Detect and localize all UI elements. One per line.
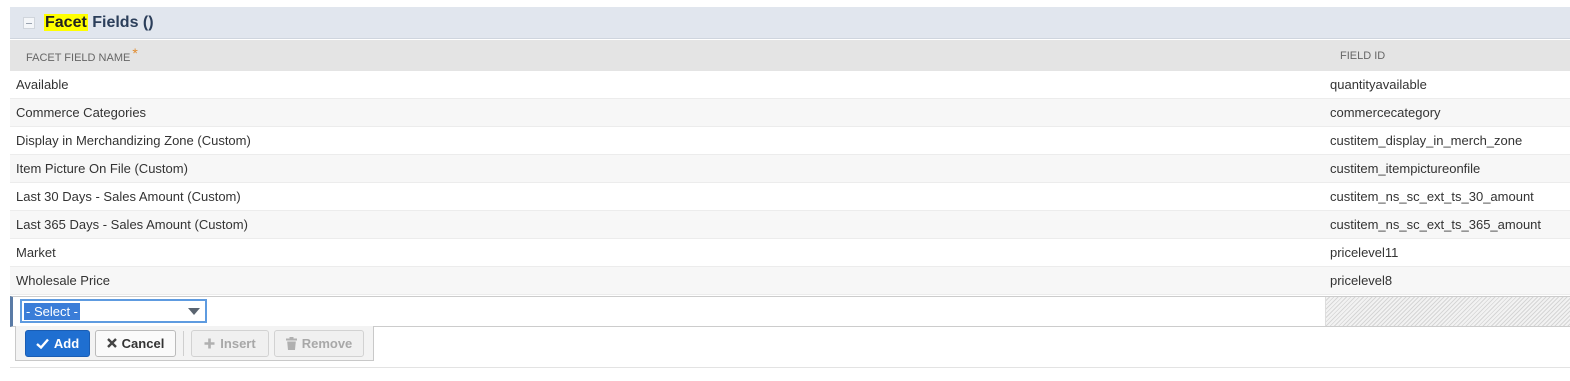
column-header-name: FACET FIELD NAME *: [10, 44, 1325, 64]
facet-field-name-cell: Last 30 Days - Sales Amount (Custom): [16, 189, 241, 204]
facet-field-name-cell: Commerce Categories: [16, 105, 147, 120]
field-id-cell: pricelevel8: [1330, 273, 1393, 288]
table-header: FACET FIELD NAME * FIELD ID: [10, 40, 1570, 71]
facet-field-name-cell: Last 365 Days - Sales Amount (Custom): [16, 217, 248, 232]
insert-button[interactable]: Insert: [191, 329, 269, 357]
facet-field-name-cell: Market: [16, 245, 56, 260]
field-id-cell: custitem_ns_sc_ext_ts_365_amount: [1330, 217, 1542, 232]
facet-field-select[interactable]: - Select -: [20, 299, 207, 323]
trash-icon: [285, 336, 297, 350]
field-id-cell: custitem_itempictureonfile: [1330, 161, 1481, 176]
table-row[interactable]: Available quantityavailable: [10, 71, 1570, 99]
add-button[interactable]: Add: [25, 329, 90, 357]
chevron-down-icon[interactable]: [188, 308, 200, 315]
plus-icon: [204, 338, 215, 349]
facet-field-name-cell: Available: [16, 77, 69, 92]
toolbar-divider: [183, 330, 184, 356]
row-action-toolbar: Add Cancel Insert Remove: [15, 326, 374, 361]
table-row[interactable]: Market pricelevel11: [10, 239, 1570, 267]
edit-row: - Select -: [10, 296, 1570, 327]
table-row[interactable]: Item Picture On File (Custom) custitem_it…: [10, 155, 1570, 183]
table-row[interactable]: Last 365 Days - Sales Amount (Custom) cus…: [10, 211, 1570, 239]
column-header-name-label: FACET FIELD NAME: [26, 51, 131, 64]
title-rest: Fields (): [87, 13, 154, 31]
section-title: Facet Fields (): [44, 13, 154, 32]
field-id-cell: custitem_display_in_merch_zone: [1330, 133, 1523, 148]
remove-button-label: Remove: [301, 335, 353, 351]
select-value: - Select -: [24, 302, 81, 320]
edit-cell-name: - Select -: [13, 297, 1326, 326]
table-body: Available quantityavailable Commerce Categ…: [10, 71, 1570, 295]
cancel-button-label: Cancel: [121, 335, 165, 351]
section-header[interactable]: Facet Fields (): [10, 7, 1570, 39]
section-divider: [10, 367, 1570, 368]
facet-fields-panel: Facet Fields () FACET FIELD NAME * FIELD …: [0, 0, 1570, 381]
field-id-cell: pricelevel11: [1330, 245, 1399, 260]
insert-button-label: Insert: [220, 335, 256, 351]
facet-fields-table: FACET FIELD NAME * FIELD ID Available quan…: [10, 40, 1570, 295]
facet-field-name-cell: Item Picture On File (Custom): [16, 161, 188, 176]
table-row[interactable]: Wholesale Price pricelevel8: [10, 267, 1570, 295]
table-row[interactable]: Last 30 Days - Sales Amount (Custom) cust…: [10, 183, 1570, 211]
add-button-label: Add: [53, 335, 80, 351]
column-header-id: FIELD ID: [1340, 49, 1386, 62]
close-icon: [106, 338, 117, 348]
title-highlight: Facet: [44, 13, 88, 31]
field-id-cell: custitem_ns_sc_ext_ts_30_amount: [1330, 189, 1534, 204]
cancel-button[interactable]: Cancel: [95, 329, 176, 357]
table-row[interactable]: Display in Merchandizing Zone (Custom) cu…: [10, 127, 1570, 155]
field-id-cell: commercecategory: [1330, 105, 1441, 120]
edit-cell-id-disabled: [1326, 297, 1570, 326]
table-row[interactable]: Commerce Categories commercecategory: [10, 99, 1570, 127]
required-mark: *: [132, 44, 138, 61]
facet-field-name-cell: Wholesale Price: [16, 273, 110, 288]
field-id-cell: quantityavailable: [1330, 77, 1427, 92]
facet-field-name-cell: Display in Merchandizing Zone (Custom): [16, 133, 251, 148]
checkmark-icon: [36, 338, 49, 349]
collapse-icon[interactable]: [23, 16, 35, 29]
remove-button[interactable]: Remove: [274, 329, 364, 357]
